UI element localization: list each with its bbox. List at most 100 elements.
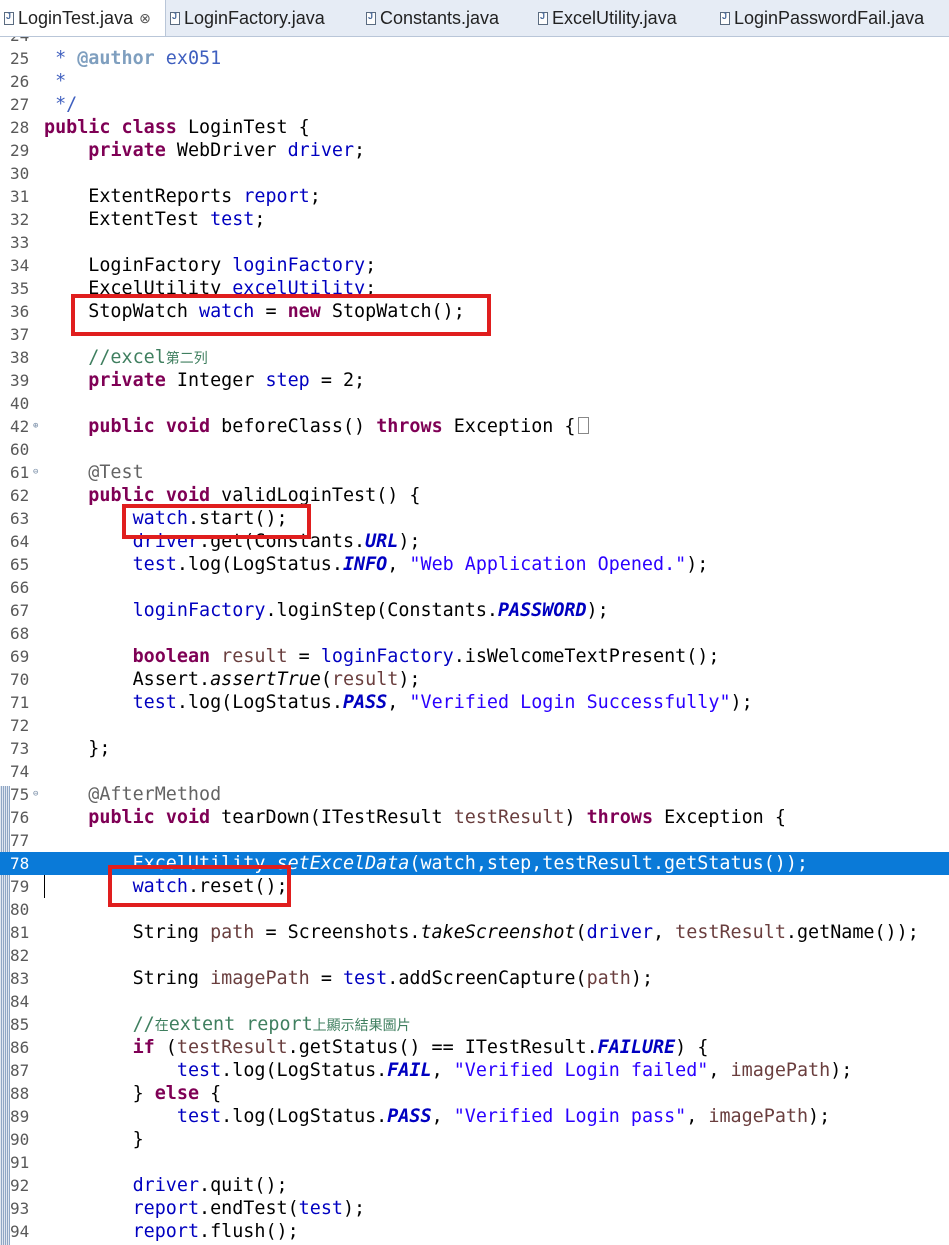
code-line[interactable]: 84 (0, 990, 949, 1013)
code-text: test.log(LogStatus.PASS, "Verified Login… (44, 691, 753, 714)
code-line[interactable]: 67 loginFactory.loginStep(Constants.PASS… (0, 599, 949, 622)
close-tab-icon[interactable]: ⊗ (139, 10, 151, 27)
code-line[interactable]: 83 String imagePath = test.addScreenCapt… (0, 967, 949, 990)
tab-logintest[interactable]: LoginTest.java ⊗ (0, 0, 166, 36)
fold-expand-icon[interactable]: ⊕ (33, 415, 38, 438)
tab-loginfactory[interactable]: LoginFactory.java (166, 0, 362, 36)
code-token: .log(LogStatus. (176, 692, 343, 713)
tab-excelutility[interactable]: ExcelUtility.java (534, 0, 716, 36)
code-line[interactable]: 74 (0, 760, 949, 783)
code-text: if (testResult.getStatus() == ITestResul… (44, 1036, 709, 1059)
line-number: 82 (10, 946, 30, 965)
code-text: loginFactory.loginStep(Constants.PASSWOR… (44, 599, 609, 622)
fold-collapse-icon[interactable]: ⊖ (33, 461, 38, 484)
code-line[interactable]: 93 report.endTest(test); (0, 1197, 949, 1220)
line-number: 70 (10, 670, 30, 689)
collapsed-block-icon[interactable] (577, 417, 589, 434)
java-file-icon (4, 11, 14, 25)
code-token: public (88, 416, 155, 437)
line-number: 35 (10, 279, 30, 298)
code-line[interactable]: 69 boolean result = loginFactory.isWelco… (0, 645, 949, 668)
code-line[interactable]: 61 ⊖ @Test (0, 461, 949, 484)
code-text: @AfterMethod (44, 783, 221, 806)
code-line[interactable]: 60 (0, 438, 949, 461)
code-line[interactable]: 33 (0, 231, 949, 254)
code-token: "Verified Login Successfully" (409, 692, 731, 713)
code-line[interactable]: 89 test.log(LogStatus.PASS, "Verified Lo… (0, 1105, 949, 1128)
code-line[interactable]: 25 * @author ex051 (0, 47, 949, 70)
code-line[interactable]: 87 test.log(LogStatus.FAIL, "Verified Lo… (0, 1059, 949, 1082)
line-number: 26 (10, 72, 30, 91)
code-token: = (309, 968, 343, 989)
code-text: } else { (44, 1082, 222, 1105)
code-token: step (265, 370, 310, 391)
code-line[interactable]: 77 (0, 829, 949, 852)
code-token: ); (398, 531, 421, 552)
code-token: ; (254, 209, 266, 230)
code-line[interactable]: 66 (0, 576, 949, 599)
code-line[interactable]: 82 (0, 944, 949, 967)
code-text: public void beforeClass() throws Excepti… (44, 415, 589, 438)
code-line[interactable]: 70 Assert.assertTrue(result); (0, 668, 949, 691)
code-line[interactable]: 32 ExtentTest test; (0, 208, 949, 231)
code-line[interactable]: 72 (0, 714, 949, 737)
code-token: @AfterMethod (44, 784, 222, 805)
code-line[interactable]: 85 //在extent report上顯示結果圖片 (0, 1013, 949, 1036)
code-token: (watch,step,testResult.getStatus()); (409, 853, 808, 874)
code-token: ) (564, 807, 587, 828)
code-line[interactable]: 27 */ (0, 93, 949, 116)
code-line[interactable]: 88 } else { (0, 1082, 949, 1105)
code-line[interactable]: 92 driver.quit(); (0, 1174, 949, 1197)
code-line[interactable]: 39 private Integer step = 2; (0, 369, 949, 392)
code-line[interactable]: 90 } (0, 1128, 949, 1151)
code-text: String path = Screenshots.takeScreenshot… (44, 921, 919, 944)
code-line[interactable]: 73 }; (0, 737, 949, 760)
code-token: .quit(); (199, 1175, 288, 1196)
code-token: LoginTest { (176, 117, 310, 138)
code-token: driver (132, 1175, 200, 1196)
code-token: = (287, 646, 321, 667)
code-token: ) { (675, 1037, 709, 1058)
code-line[interactable]: 76 public void tearDown(ITestResult test… (0, 806, 949, 829)
code-line[interactable]: 75 ⊖ @AfterMethod (0, 783, 949, 806)
code-line[interactable]: 24 * (0, 37, 949, 47)
code-line[interactable]: 29 private WebDriver driver; (0, 139, 949, 162)
tab-constants[interactable]: Constants.java (362, 0, 534, 36)
code-token: .log(LogStatus. (221, 1106, 388, 1127)
code-line[interactable]: 91 (0, 1151, 949, 1174)
code-line[interactable]: 42 ⊕ public void beforeClass() throws Exc… (0, 415, 949, 438)
code-text: LoginFactory loginFactory; (44, 254, 376, 277)
code-line[interactable]: 26 * (0, 70, 949, 93)
code-token: */ (44, 94, 78, 115)
code-line[interactable]: 68 (0, 622, 949, 645)
line-number: 91 (10, 1153, 30, 1172)
code-editor[interactable]: 24*25 * @author ex05126 *27 */28public c… (0, 37, 949, 1245)
fold-collapse-icon[interactable]: ⊖ (33, 783, 38, 806)
code-token: Integer (165, 370, 266, 391)
line-number: 87 (10, 1061, 30, 1080)
code-token: setExcelData (276, 853, 410, 874)
code-line[interactable]: 38 //excel第二列 (0, 346, 949, 369)
code-line[interactable]: 86 if (testResult.getStatus() == ITestRe… (0, 1036, 949, 1059)
code-line[interactable]: 31 ExtentReports report; (0, 185, 949, 208)
code-token: .flush(); (199, 1221, 299, 1242)
code-token: loginFactory (232, 255, 366, 276)
code-text: */ (44, 93, 77, 116)
code-line[interactable]: 65 test.log(LogStatus.INFO, "Web Applica… (0, 553, 949, 576)
code-line[interactable]: 30 (0, 162, 949, 185)
code-line[interactable]: 94 report.flush(); (0, 1220, 949, 1243)
code-line[interactable]: 40 (0, 392, 949, 415)
code-token: void (165, 807, 211, 828)
code-token: }; (44, 738, 111, 759)
code-line[interactable]: 81 String path = Screenshots.takeScreens… (0, 921, 949, 944)
code-token: class (121, 117, 177, 138)
line-number: 36 (10, 302, 30, 321)
tab-loginpasswordfail[interactable]: LoginPasswordFail.java (716, 0, 949, 36)
code-line[interactable]: 34 LoginFactory loginFactory; (0, 254, 949, 277)
code-line[interactable]: 28 public class LoginTest { (0, 116, 949, 139)
line-number: 84 (10, 992, 30, 1011)
code-line[interactable]: 71 test.log(LogStatus.PASS, "Verified Lo… (0, 691, 949, 714)
